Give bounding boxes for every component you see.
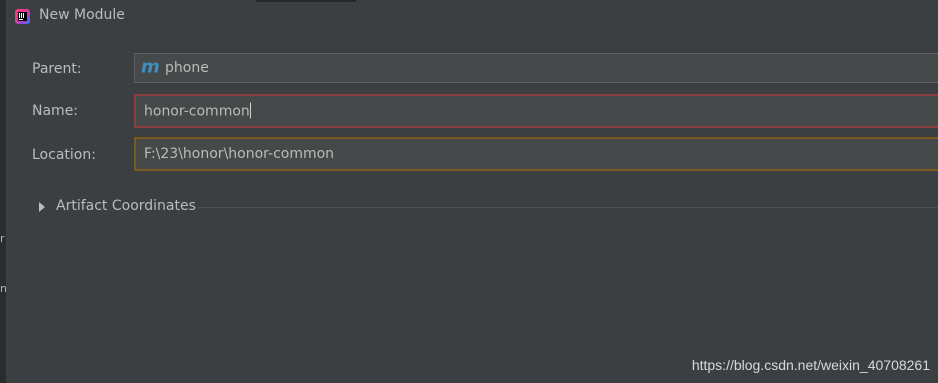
name-field[interactable]: honor-common [134, 94, 938, 128]
name-label: Name: [32, 103, 79, 119]
artifact-coordinates-section[interactable]: Artifact Coordinates [38, 198, 938, 218]
text-caret [249, 102, 251, 119]
location-input-value: F:\23\honor\honor-common [144, 146, 335, 162]
location-label: Location: [32, 147, 96, 163]
name-input-value: honor-common [144, 102, 251, 120]
name-text: honor-common [144, 103, 250, 120]
new-module-dialog: New Module Parent: m phone Name: honor-c… [6, 0, 938, 383]
section-label[interactable]: Artifact Coordinates [56, 198, 196, 214]
background-glyph: r [0, 232, 5, 245]
expand-triangle-icon[interactable] [39, 202, 45, 212]
location-field[interactable]: F:\23\honor\honor-common [134, 137, 938, 171]
parent-value: phone [165, 60, 209, 76]
window-title: New Module [39, 7, 125, 23]
intellij-idea-icon [15, 9, 30, 24]
parent-field[interactable]: m phone [134, 53, 938, 83]
title-bar[interactable]: New Module [6, 0, 938, 34]
maven-icon: m [141, 56, 160, 78]
parent-label: Parent: [32, 61, 82, 77]
section-divider [198, 207, 938, 208]
watermark-text: https://blog.csdn.net/weixin_40708261 [691, 357, 930, 373]
